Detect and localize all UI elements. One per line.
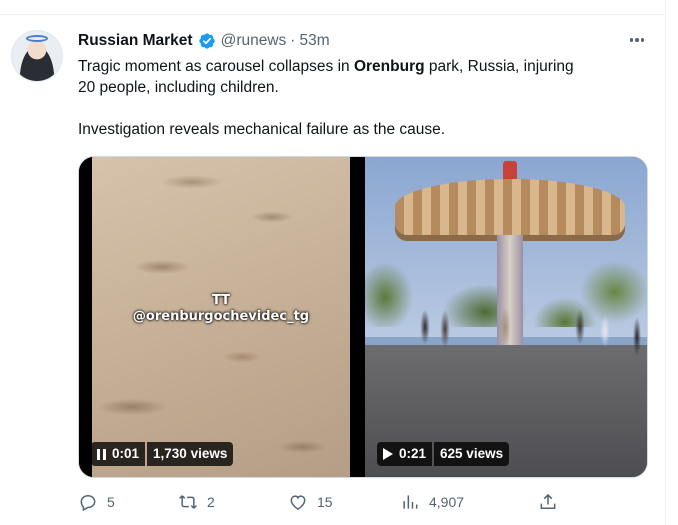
avatar[interactable] <box>11 30 63 82</box>
video-time-pill[interactable]: 0:21 <box>377 442 433 466</box>
views-count: 4,907 <box>429 494 465 510</box>
share-icon <box>540 493 556 509</box>
tweet-line-2: 20 people, including children. <box>78 79 279 96</box>
author-name[interactable]: Russian Market <box>78 32 193 50</box>
separator-dot: · <box>290 32 296 49</box>
more-options-icon[interactable] <box>626 30 648 50</box>
reply-count: 5 <box>107 494 115 510</box>
video-badge: 0:21 625 views <box>377 442 510 466</box>
timestamp[interactable]: 53m <box>299 32 329 50</box>
analytics-icon <box>403 495 418 509</box>
tweet-text-segment: park, Russia, injuring <box>424 58 574 75</box>
heart-icon <box>290 495 306 510</box>
author-handle[interactable]: @runews <box>221 32 287 50</box>
video-frame-people <box>365 297 647 357</box>
tweet-header: Russian Market @runews · 53m <box>78 31 330 51</box>
video-player-left[interactable]: TT @orenburgochevidec_tg 0:01 1,730 view… <box>79 157 363 477</box>
reply-icon <box>80 494 96 512</box>
tweet-text-segment: Tragic moment as carousel collapses in <box>78 58 354 75</box>
tweet-text-bold: Orenburg <box>353 58 425 75</box>
top-divider <box>0 14 665 15</box>
tweet-text: Tragic moment as carousel collapses in O… <box>78 56 648 140</box>
right-divider <box>665 0 666 525</box>
video-badge: 0:01 1,730 views <box>91 442 234 466</box>
tweet-line-3: Investigation reveals mechanical failure… <box>78 121 446 138</box>
halo-icon <box>26 35 48 42</box>
repost-count: 2 <box>207 494 215 510</box>
pause-icon <box>97 448 106 460</box>
video-watermark-logo: TT <box>211 293 231 308</box>
repost-button[interactable]: 2 <box>178 490 215 514</box>
video-watermark-handle: @orenburgochevidec_tg <box>132 309 310 324</box>
video-time: 0:21 <box>399 446 427 461</box>
play-icon <box>383 448 393 460</box>
carousel-canopy <box>395 179 625 235</box>
video-player-right[interactable]: 0:21 625 views <box>363 157 647 477</box>
video-time-pill[interactable]: 0:01 <box>91 442 146 466</box>
like-count: 15 <box>317 494 333 510</box>
verified-badge-icon[interactable] <box>198 32 216 50</box>
video-views: 625 views <box>440 446 504 461</box>
media-grid: TT @orenburgochevidec_tg 0:01 1,730 view… <box>78 156 648 478</box>
action-bar: 5 2 15 4,907 <box>78 490 568 514</box>
reply-button[interactable]: 5 <box>78 490 115 514</box>
share-button[interactable] <box>538 490 558 514</box>
repost-icon <box>179 495 197 509</box>
views-button[interactable]: 4,907 <box>400 490 464 514</box>
like-button[interactable]: 15 <box>288 490 333 514</box>
video-views-pill: 625 views <box>434 442 510 466</box>
video-views-pill: 1,730 views <box>147 442 234 466</box>
tweet-line-1: Tragic moment as carousel collapses in O… <box>78 56 648 77</box>
video-views: 1,730 views <box>153 446 228 461</box>
video-time: 0:01 <box>112 446 140 461</box>
